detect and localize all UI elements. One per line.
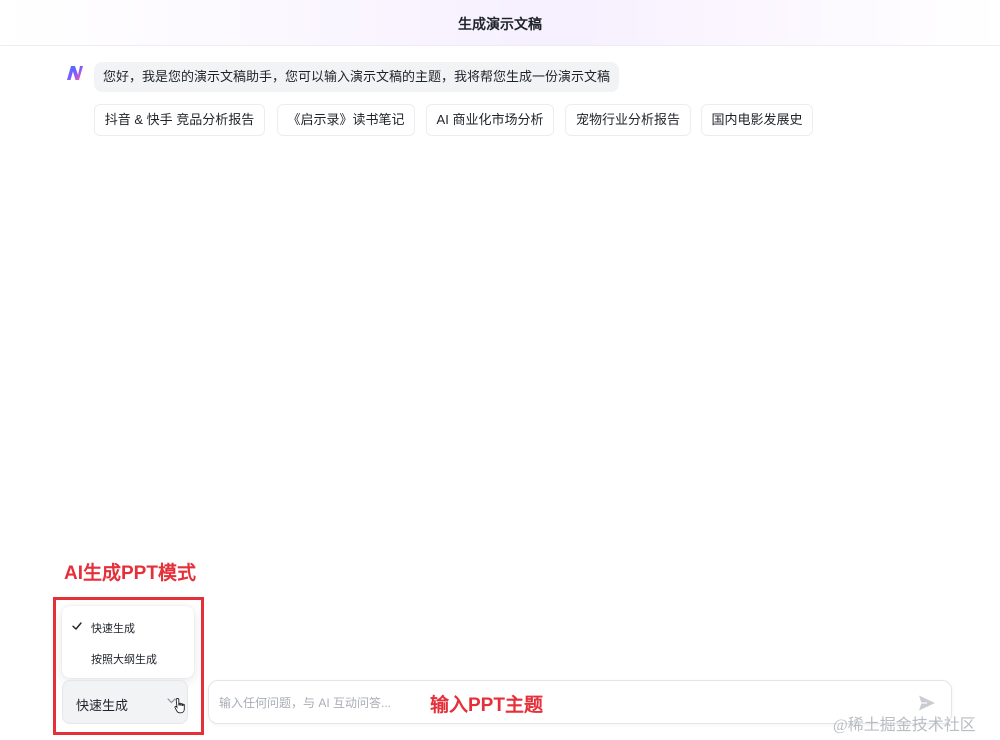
suggestion-chip[interactable]: 《启示录》读书笔记 (277, 104, 415, 136)
mode-option-outline[interactable]: 按照大纲生成 (62, 644, 194, 672)
send-icon[interactable] (917, 693, 937, 713)
check-icon (72, 622, 82, 630)
chat-input[interactable] (219, 692, 419, 714)
watermark: @稀土掘金技术社区 (833, 717, 976, 734)
suggestion-chip[interactable]: 抖音 & 快手 竞品分析报告 (94, 104, 265, 136)
mode-option-label: 按照大纲生成 (91, 654, 157, 666)
mode-option-quick[interactable]: 快速生成 (62, 613, 194, 641)
annotation-input-label: 输入PPT主题 (430, 695, 543, 716)
chevron-down-icon (167, 698, 176, 704)
suggestion-chip[interactable]: 国内电影发展史 (701, 104, 813, 136)
top-header: 生成演示文稿 (0, 0, 1000, 46)
suggestion-chip[interactable]: 宠物行业分析报告 (565, 104, 691, 136)
suggestion-chip[interactable]: AI 商业化市场分析 (426, 104, 554, 136)
mode-select-label: 快速生成 (76, 698, 129, 713)
mode-select-button[interactable]: 快速生成 (62, 680, 188, 724)
page-title: 生成演示文稿 (458, 16, 542, 32)
annotation-mode-title: AI生成PPT模式 (64, 563, 196, 584)
brand-logo-icon (67, 66, 83, 80)
mode-option-label: 快速生成 (91, 623, 135, 635)
mode-dropdown-menu: 快速生成 按照大纲生成 (62, 606, 194, 678)
assistant-greeting-bubble: 您好，我是您的演示文稿助手，您可以输入演示文稿的主题，我将帮您生成一份演示文稿 (94, 62, 620, 92)
